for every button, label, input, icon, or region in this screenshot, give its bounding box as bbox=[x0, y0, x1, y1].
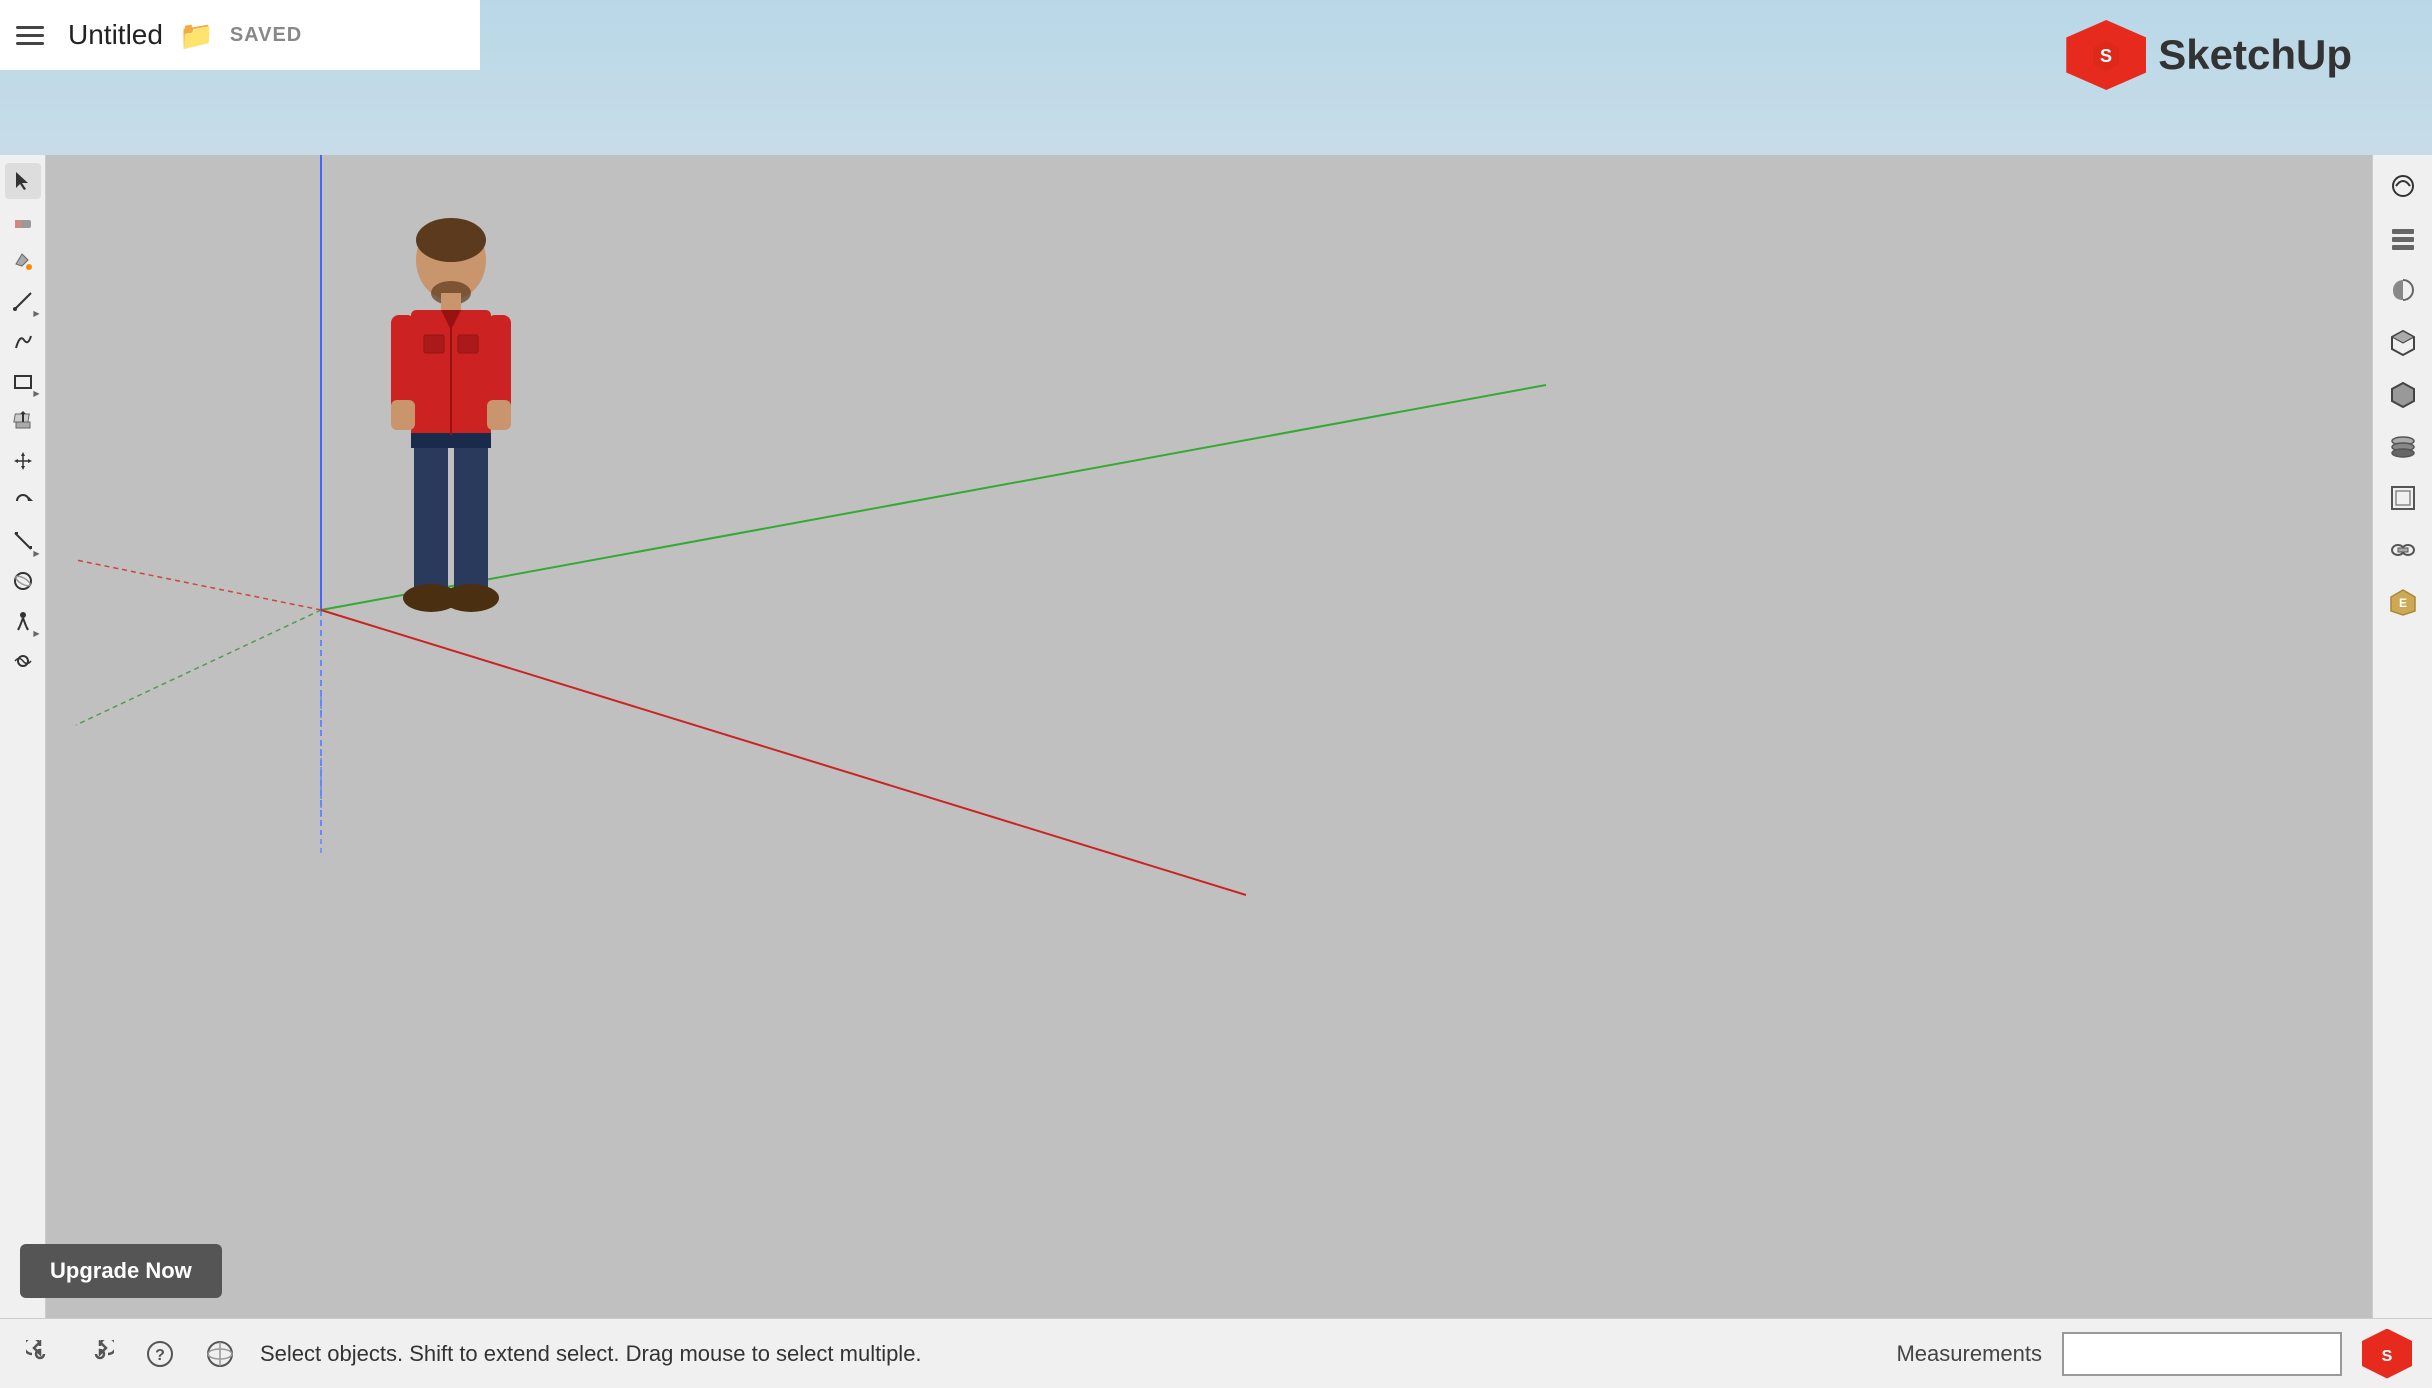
rectangle-tool[interactable]: ▶ bbox=[5, 363, 41, 399]
components-panel[interactable] bbox=[2380, 319, 2426, 365]
select-tool[interactable] bbox=[5, 163, 41, 199]
extension-panel[interactable]: E bbox=[2380, 579, 2426, 625]
menu-button[interactable] bbox=[16, 17, 52, 53]
upgrade-button[interactable]: Upgrade Now bbox=[20, 1244, 222, 1298]
sketchup-logo-icon: S bbox=[2066, 20, 2146, 90]
document-title: Untitled bbox=[68, 19, 163, 51]
sketchup-status-icon: S bbox=[2362, 1329, 2412, 1379]
line-tool[interactable]: ▶ bbox=[5, 283, 41, 319]
layers-panel[interactable] bbox=[2380, 423, 2426, 469]
eraser-tool[interactable] bbox=[5, 203, 41, 239]
measurements-label: Measurements bbox=[1896, 1341, 2042, 1367]
3d-viewport[interactable] bbox=[46, 155, 2432, 1318]
titlebar: Untitled 📁 SAVED bbox=[0, 0, 480, 70]
walk-tool[interactable]: ▶ bbox=[5, 603, 41, 639]
orbit-tool[interactable] bbox=[5, 563, 41, 599]
saved-status: SAVED bbox=[230, 24, 302, 47]
svg-text:S: S bbox=[2382, 1348, 2393, 1365]
status-message: Select objects. Shift to extend select. … bbox=[260, 1341, 1876, 1367]
push-pull-tool[interactable] bbox=[5, 403, 41, 439]
move-tool[interactable] bbox=[5, 443, 41, 479]
styles-panel[interactable] bbox=[2380, 163, 2426, 209]
solid-tools-panel[interactable] bbox=[2380, 371, 2426, 417]
folder-icon[interactable]: 📁 bbox=[179, 19, 214, 52]
tape-measure-tool[interactable]: ▶ bbox=[5, 523, 41, 559]
svg-text:?: ? bbox=[155, 1347, 165, 1364]
shadows-panel[interactable] bbox=[2380, 267, 2426, 313]
left-toolbar: ▶ ▶ ▶ ▶ bbox=[0, 155, 46, 1318]
sketchup-logo: S SketchUp bbox=[2066, 20, 2352, 90]
svg-text:E: E bbox=[2398, 596, 2406, 610]
paint-bucket-tool[interactable] bbox=[5, 243, 41, 279]
earth-button[interactable] bbox=[200, 1334, 240, 1374]
help-button[interactable]: ? bbox=[140, 1334, 180, 1374]
redo-button[interactable] bbox=[80, 1334, 120, 1374]
right-toolbar: E bbox=[2372, 155, 2432, 1318]
measurements-input[interactable] bbox=[2062, 1332, 2342, 1376]
scenes-panel[interactable] bbox=[2380, 215, 2426, 261]
undo-button[interactable] bbox=[20, 1334, 60, 1374]
model-info-panel[interactable] bbox=[2380, 475, 2426, 521]
vr-panel[interactable] bbox=[2380, 527, 2426, 573]
freehand-tool[interactable] bbox=[5, 323, 41, 359]
look-around-tool[interactable] bbox=[5, 643, 41, 679]
rotate-tool[interactable] bbox=[5, 483, 41, 519]
statusbar: ? Select objects. Shift to extend select… bbox=[0, 1318, 2432, 1388]
sketchup-logo-text: SketchUp bbox=[2158, 31, 2352, 79]
svg-text:S: S bbox=[2100, 46, 2112, 66]
